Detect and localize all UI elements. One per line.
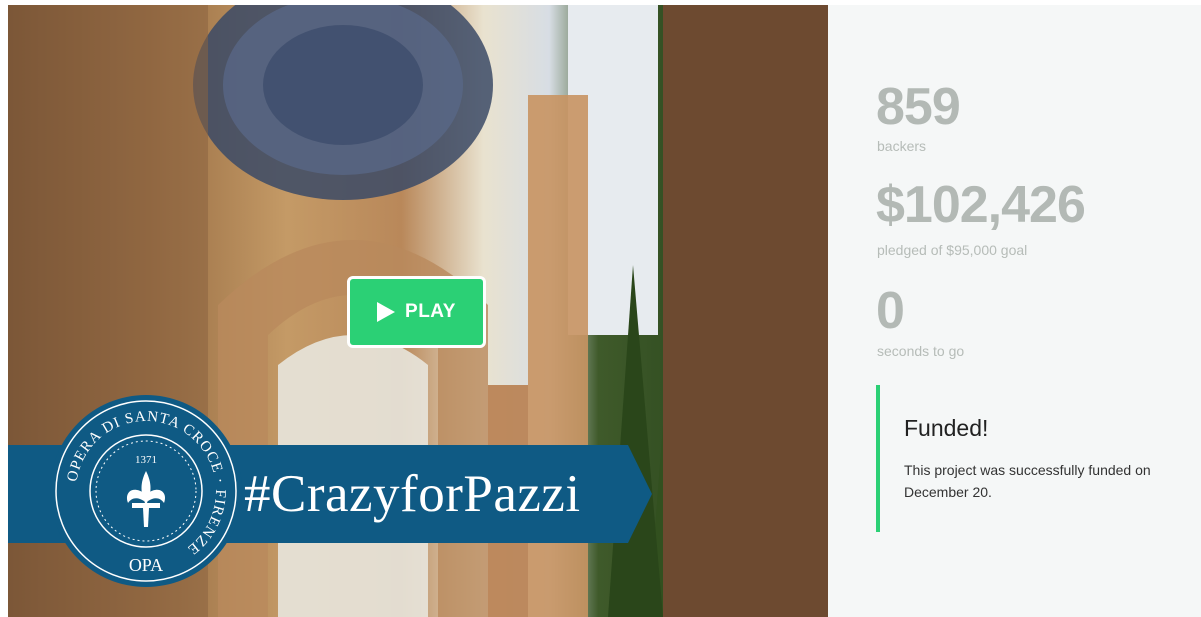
- project-video[interactable]: PLAY #CrazyforPazzi OPERA DI SANTA CROCE…: [8, 5, 828, 617]
- pledged-label: pledged of $95,000 goal: [877, 242, 1028, 258]
- backers-label: backers: [877, 138, 927, 154]
- funded-message: This project was successfully funded on …: [904, 462, 1151, 500]
- funded-notice: Funded! This project was successfully fu…: [876, 385, 1201, 532]
- time-label: seconds to go: [877, 343, 965, 359]
- play-icon: [377, 302, 396, 322]
- project-stats-panel: 859 backers $102,426 pledged of $95,000 …: [828, 5, 1201, 617]
- hashtag-text: #CrazyforPazzi: [244, 465, 581, 523]
- svg-text:OPA: OPA: [129, 555, 163, 575]
- pledged-amount: $102,426: [876, 176, 1086, 234]
- backers-count: 859: [876, 78, 961, 136]
- banner-arrow: [628, 445, 652, 543]
- svg-text:1371: 1371: [135, 454, 157, 466]
- time-remaining: 0: [876, 282, 905, 340]
- opa-seal-logo: OPERA DI SANTA CROCE · FIRENZE 1371 OPA: [50, 395, 242, 587]
- play-button[interactable]: PLAY: [347, 276, 486, 348]
- play-label: PLAY: [405, 301, 456, 322]
- funded-title: Funded!: [904, 415, 989, 441]
